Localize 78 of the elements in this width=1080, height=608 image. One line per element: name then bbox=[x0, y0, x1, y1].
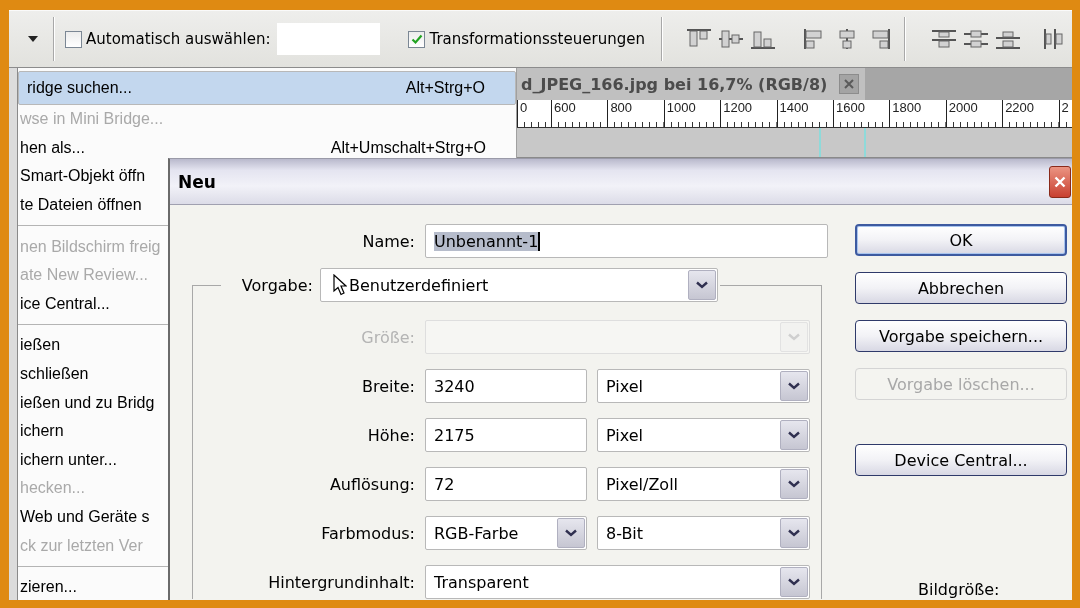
dialog-button[interactable]: OK bbox=[855, 224, 1067, 256]
menu-shortcut: Alt+Strg+O bbox=[404, 79, 485, 97]
align-middle-icon[interactable] bbox=[717, 28, 744, 50]
menu-item[interactable]: schließen bbox=[18, 359, 89, 389]
close-icon bbox=[1054, 175, 1066, 188]
align-bottom-icon[interactable] bbox=[749, 28, 776, 50]
menu-item[interactable]: hen als... Alt+Umschalt+Strg+O bbox=[18, 133, 516, 163]
dialog-button[interactable]: Device Central... bbox=[855, 444, 1067, 476]
ruler-label: 1000 bbox=[666, 100, 696, 115]
menu-item[interactable]: te Dateien öffnen bbox=[18, 190, 142, 220]
close-icon[interactable] bbox=[839, 74, 860, 94]
caret-icon bbox=[28, 36, 38, 42]
field-label: Vorgabe: bbox=[240, 275, 313, 295]
menu-item[interactable]: ichern bbox=[18, 416, 64, 446]
ruler-label: 2000 bbox=[948, 100, 978, 115]
document-tab[interactable]: d_JPEG_166.jpg bei 16,7% (RGB/8) bbox=[517, 68, 866, 100]
ruler-label: 1800 bbox=[892, 100, 922, 115]
align-top-icon[interactable] bbox=[685, 28, 712, 50]
ruler-label: 0 bbox=[520, 100, 528, 115]
ruler-label: 2200 bbox=[1005, 100, 1035, 115]
menu-item[interactable]: Web und Geräte s bbox=[18, 502, 150, 532]
chevron-down-icon bbox=[780, 322, 808, 352]
dropdown[interactable]: 8-Bit bbox=[597, 516, 810, 550]
checkbox-label[interactable]: Transformationssteuerungen bbox=[429, 30, 645, 48]
field-label: Farbmodus: bbox=[320, 523, 415, 543]
guide-line bbox=[864, 128, 866, 157]
menu-item[interactable]: ice Central... bbox=[18, 289, 110, 319]
menu-item[interactable]: zieren... bbox=[18, 572, 77, 600]
field-label: Größe: bbox=[360, 327, 415, 347]
guide-line bbox=[819, 128, 821, 157]
dropdown[interactable]: Pixel bbox=[597, 369, 810, 403]
dialog-button[interactable]: Vorgabe speichern... bbox=[855, 320, 1067, 352]
menu-item[interactable]: Smart-Objekt öffn bbox=[18, 162, 146, 191]
chevron-down-icon bbox=[780, 518, 808, 548]
chevron-down-icon bbox=[780, 567, 808, 597]
dropdown[interactable]: Benutzerdefiniert bbox=[320, 268, 718, 302]
checkbox[interactable] bbox=[65, 30, 82, 48]
ruler-label: 1600 bbox=[835, 100, 865, 115]
field-label: Name: bbox=[361, 231, 415, 251]
field-label: Höhe: bbox=[366, 425, 415, 445]
menu-item[interactable]: ießen bbox=[18, 331, 61, 360]
chevron-down-icon bbox=[688, 270, 716, 300]
ruler-label: 2 bbox=[1061, 100, 1069, 115]
checkbox-label[interactable]: Automatisch auswählen: bbox=[86, 30, 271, 48]
menu-item[interactable]: ridge suchen... Alt+Strg+O bbox=[18, 71, 516, 105]
dropdown[interactable]: Pixel/Zoll bbox=[597, 467, 810, 501]
chevron-down-icon bbox=[780, 371, 808, 401]
dropdown[interactable]: Transparent bbox=[425, 565, 810, 599]
dropdown[interactable]: RGB-Farbe bbox=[425, 516, 587, 550]
dialog-title: Neu bbox=[178, 171, 216, 192]
chevron-down-icon bbox=[557, 518, 585, 548]
menu-item[interactable]: ießen und zu Bridg bbox=[18, 388, 155, 417]
ruler-label: 1200 bbox=[723, 100, 753, 115]
distribute-middle-icon[interactable] bbox=[962, 28, 989, 50]
field-label: Hintergrundinhalt: bbox=[267, 572, 415, 592]
field-label: Auflösung: bbox=[328, 474, 415, 494]
chevron-down-icon bbox=[780, 420, 808, 450]
menu-item[interactable]: ichern unter... bbox=[18, 445, 117, 475]
pointer-cursor-icon bbox=[333, 274, 347, 296]
ruler-label: 800 bbox=[610, 100, 633, 115]
input-field[interactable] bbox=[277, 23, 381, 55]
chevron-down-icon bbox=[780, 469, 808, 499]
distribute-bottom-icon[interactable] bbox=[994, 28, 1021, 50]
input-field[interactable]: 3240 bbox=[425, 369, 587, 403]
input-field[interactable]: 2175 bbox=[425, 418, 587, 452]
ruler-label: 600 bbox=[554, 100, 576, 115]
dialog-button[interactable]: Abbrechen bbox=[855, 272, 1067, 304]
input-field[interactable]: 72 bbox=[425, 467, 587, 501]
image-size-label: Bildgröße: bbox=[917, 580, 1000, 599]
input-field[interactable]: Unbenannt-1 bbox=[425, 224, 828, 258]
ruler-label: 1400 bbox=[779, 100, 809, 115]
menu-shortcut: Alt+Umschalt+Strg+O bbox=[329, 138, 486, 157]
checkbox[interactable] bbox=[408, 30, 426, 48]
field-label: Breite: bbox=[361, 376, 415, 396]
distribute-top-icon[interactable] bbox=[930, 28, 957, 50]
checkmark-icon bbox=[410, 33, 423, 45]
close-button[interactable] bbox=[1049, 165, 1071, 198]
dropdown[interactable]: Pixel bbox=[597, 418, 810, 452]
